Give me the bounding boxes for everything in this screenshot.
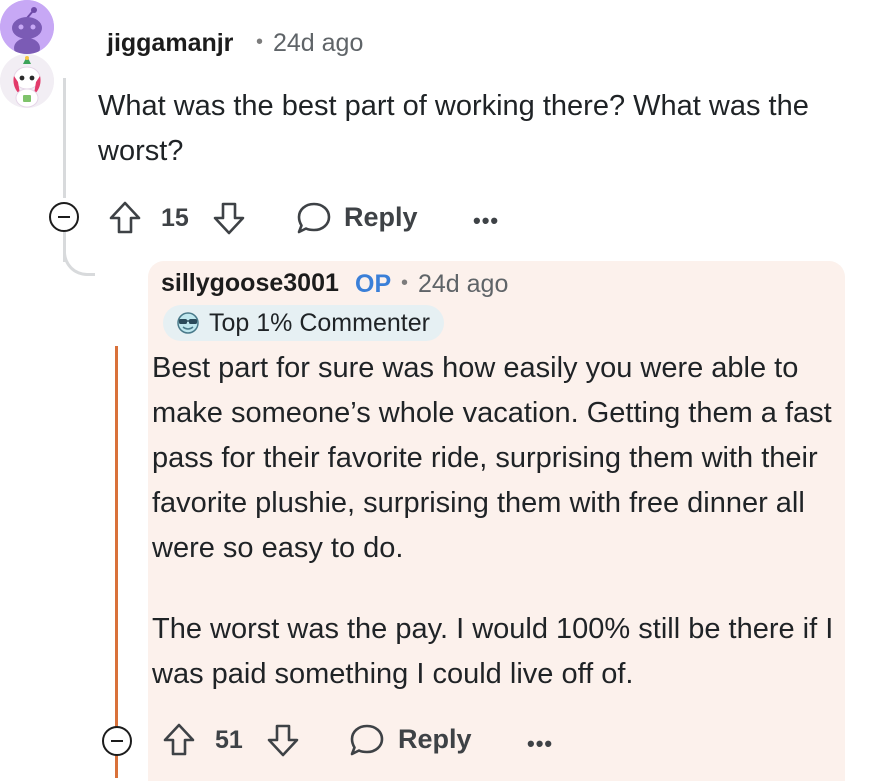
reply-timestamp: 24d ago: [418, 270, 509, 298]
sunglasses-badge-icon: [175, 312, 201, 334]
reply-icon[interactable]: [295, 200, 333, 236]
more-options-button[interactable]: •••: [527, 731, 553, 757]
reply-button[interactable]: Reply: [344, 202, 418, 233]
reply-paragraph-2: The worst was the pay. I would 100% stil…: [152, 613, 834, 690]
snoo-avatar-icon: [0, 54, 54, 108]
avatar[interactable]: [0, 0, 54, 54]
meta-separator: •: [401, 272, 409, 294]
thread-branch-curve: [63, 238, 95, 276]
reply-paragraph-1: Best part for sure was how easily you we…: [152, 352, 832, 564]
avatar[interactable]: [0, 54, 54, 108]
vote-count: 15: [161, 204, 189, 232]
top-commenter-badge[interactable]: Top 1% Commenter: [163, 305, 444, 341]
collapse-button[interactable]: [49, 202, 79, 232]
snoo-avatar-icon: [0, 0, 54, 54]
comment-username[interactable]: jiggamanjr: [107, 29, 233, 58]
reply-username[interactable]: sillygoose3001: [161, 269, 339, 298]
more-options-button[interactable]: •••: [473, 208, 499, 234]
downvote-icon[interactable]: [266, 722, 300, 758]
comment-timestamp: 24d ago: [273, 29, 364, 57]
meta-separator: •: [256, 31, 264, 53]
op-thread-line: [115, 346, 118, 778]
badge-label: Top 1% Commenter: [209, 308, 430, 337]
collapse-button[interactable]: [102, 726, 132, 756]
reply-icon[interactable]: [348, 722, 386, 758]
upvote-icon[interactable]: [108, 200, 142, 236]
downvote-icon[interactable]: [212, 200, 246, 236]
op-tag: OP: [355, 270, 392, 298]
vote-count: 51: [215, 726, 243, 754]
comment-body: What was the best part of working there?…: [98, 90, 809, 167]
thread-line-main: [63, 78, 66, 198]
reply-button[interactable]: Reply: [398, 724, 472, 755]
upvote-icon[interactable]: [162, 722, 196, 758]
